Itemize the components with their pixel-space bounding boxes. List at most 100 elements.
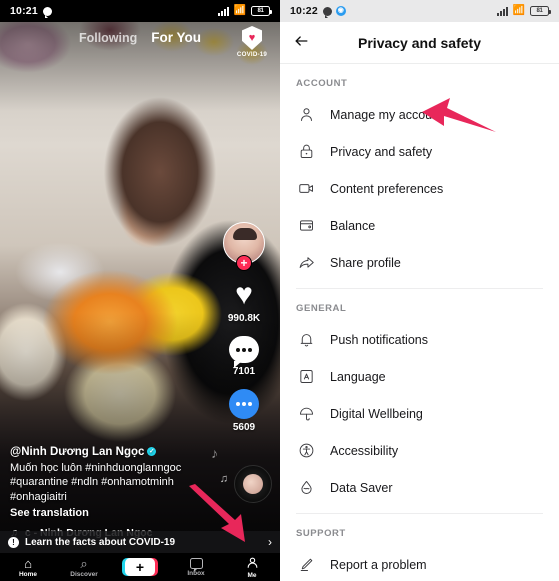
nav-item-me[interactable]: Me xyxy=(224,556,280,579)
settings-header: Privacy and safety xyxy=(280,22,559,64)
bottom-nav-bar: ⌂ Home ⌕ Discover + Inbox Me xyxy=(0,553,280,581)
caption-text: Muốn học luôn #ninhduonglanngoc #quarant… xyxy=(10,461,182,503)
settings-item-privacy-and-safety[interactable]: Privacy and safety xyxy=(280,133,559,170)
battery-level: 81 xyxy=(257,8,264,14)
tiktok-feed-phone: 10:21 📶 81 Following For You ♥ COVID-19 xyxy=(0,0,280,581)
person-icon xyxy=(296,105,316,125)
home-icon: ⌂ xyxy=(24,555,32,571)
nav-label-home: Home xyxy=(18,570,38,578)
nav-item-discover[interactable]: ⌕ Discover xyxy=(56,557,112,578)
page-title: Privacy and safety xyxy=(358,34,481,51)
settings-item-label: Manage my account xyxy=(330,107,443,122)
nav-label-discover: Discover xyxy=(70,570,98,578)
left-status-bar: 10:21 📶 81 xyxy=(0,0,280,22)
author-username[interactable]: @Ninh Dương Lan Ngọc ✓ xyxy=(10,446,202,458)
follow-plus-button[interactable]: + xyxy=(236,255,252,271)
verified-badge-icon: ✓ xyxy=(147,447,157,456)
battery-icon: 81 xyxy=(530,6,551,16)
battery-icon: 81 xyxy=(251,6,272,16)
settings-item-label: Privacy and safety xyxy=(330,144,433,159)
author-avatar[interactable]: + xyxy=(223,222,265,271)
covid-badge[interactable]: ♥ COVID-19 xyxy=(232,26,272,58)
music-disc[interactable] xyxy=(234,465,272,503)
signal-bars-icon xyxy=(217,6,229,16)
settings-item-language[interactable]: Language xyxy=(280,358,559,395)
settings-item-data-saver[interactable]: Data Saver xyxy=(280,469,559,506)
tab-for-you[interactable]: For You xyxy=(151,30,201,45)
status-indicators: 📶 81 xyxy=(217,5,272,16)
settings-phone: 10:22 ◉ 📶 81 Privacy and safety ACCOUNT xyxy=(280,0,559,581)
settings-item-push-notifications[interactable]: Push notifications xyxy=(280,321,559,358)
video-camera-icon xyxy=(296,179,316,199)
wifi-icon: 📶 xyxy=(512,5,525,16)
comment-bubble-icon xyxy=(229,336,259,368)
blue-circle-icon: ◉ xyxy=(335,6,346,16)
settings-item-content-preferences[interactable]: Content preferences xyxy=(280,170,559,207)
share-dots-icon xyxy=(229,389,259,419)
wifi-icon: 📶 xyxy=(233,5,246,16)
settings-item-label: Balance xyxy=(330,218,376,233)
action-rail: + ♥ 990.8K 7101 5609 xyxy=(214,222,274,445)
share-arrow-icon xyxy=(296,253,316,273)
search-icon: ⌕ xyxy=(80,555,88,571)
settings-item-label: Report a problem xyxy=(330,557,427,572)
settings-item-report-a-problem[interactable]: Report a problem xyxy=(280,546,559,581)
settings-item-accessibility[interactable]: Accessibility xyxy=(280,432,559,469)
section-header-account: ACCOUNT xyxy=(296,78,348,89)
dual-phone-screenshot: 10:21 📶 81 Following For You ♥ COVID-19 xyxy=(0,0,559,581)
see-translation-link[interactable]: See translation xyxy=(10,507,202,519)
settings-item-label: Digital Wellbeing xyxy=(330,406,423,421)
status-time: 10:22 xyxy=(290,5,318,17)
message-dot-icon xyxy=(322,6,332,18)
comment-button[interactable]: 7101 xyxy=(229,336,259,377)
right-status-bar: 10:22 ◉ 📶 81 xyxy=(280,0,559,22)
pencil-icon xyxy=(296,555,316,575)
settings-list[interactable]: ACCOUNT Manage my account Privacy and sa… xyxy=(280,64,559,581)
lock-icon xyxy=(296,142,316,162)
signal-bars-icon xyxy=(496,6,508,16)
tab-following[interactable]: Following xyxy=(79,31,137,45)
share-button[interactable]: 5609 xyxy=(229,389,259,433)
covid-info-banner[interactable]: ! Learn the facts about COVID-19 › xyxy=(0,531,280,553)
like-count: 990.8K xyxy=(227,313,261,324)
settings-item-label: Data Saver xyxy=(330,480,393,495)
language-a-icon xyxy=(296,367,316,387)
author-username-text: @Ninh Dương Lan Ngọc xyxy=(10,445,145,458)
music-note-float-1: ♫ xyxy=(219,473,228,485)
umbrella-icon xyxy=(296,404,316,424)
settings-item-label: Accessibility xyxy=(330,443,399,458)
message-dot-icon xyxy=(42,6,52,18)
nav-label-me: Me xyxy=(247,571,257,579)
covid-banner-text: Learn the facts about COVID-19 xyxy=(25,536,176,548)
settings-item-label: Language xyxy=(330,369,386,384)
nav-item-home[interactable]: ⌂ Home xyxy=(0,557,56,578)
bell-icon xyxy=(296,330,316,350)
video-caption: @Ninh Dương Lan Ngọc ✓ Muốn học luôn #ni… xyxy=(10,446,202,520)
nav-item-inbox[interactable]: Inbox xyxy=(168,557,224,577)
person-icon xyxy=(246,556,259,571)
settings-item-manage-my-account[interactable]: Manage my account xyxy=(280,96,559,133)
settings-item-share-profile[interactable]: Share profile xyxy=(280,244,559,281)
settings-item-digital-wellbeing[interactable]: Digital Wellbeing xyxy=(280,395,559,432)
section-header-support: SUPPORT xyxy=(296,528,346,539)
heart-icon: ♥ xyxy=(235,278,253,311)
share-count: 5609 xyxy=(232,422,256,433)
status-time: 10:21 xyxy=(10,5,38,17)
back-arrow-icon[interactable] xyxy=(292,33,311,53)
battery-level: 81 xyxy=(536,8,543,14)
nav-item-create[interactable]: + xyxy=(112,558,168,576)
video-player[interactable]: Following For You ♥ COVID-19 + ♥ 990.8K xyxy=(0,22,280,581)
status-indicators: 📶 81 xyxy=(496,5,551,16)
settings-item-label: Content preferences xyxy=(330,181,444,196)
settings-item-balance[interactable]: Balance xyxy=(280,207,559,244)
shield-heart-icon: ♥ xyxy=(242,26,262,50)
droplet-icon xyxy=(296,478,316,498)
wallet-icon xyxy=(296,216,316,236)
accessibility-icon xyxy=(296,441,316,461)
settings-item-label: Push notifications xyxy=(330,332,428,347)
section-header-general: GENERAL xyxy=(296,303,347,314)
like-button[interactable]: ♥ 990.8K xyxy=(227,278,261,325)
settings-item-label: Share profile xyxy=(330,255,401,270)
covid-badge-label: COVID-19 xyxy=(236,51,268,58)
inbox-icon xyxy=(189,557,203,572)
